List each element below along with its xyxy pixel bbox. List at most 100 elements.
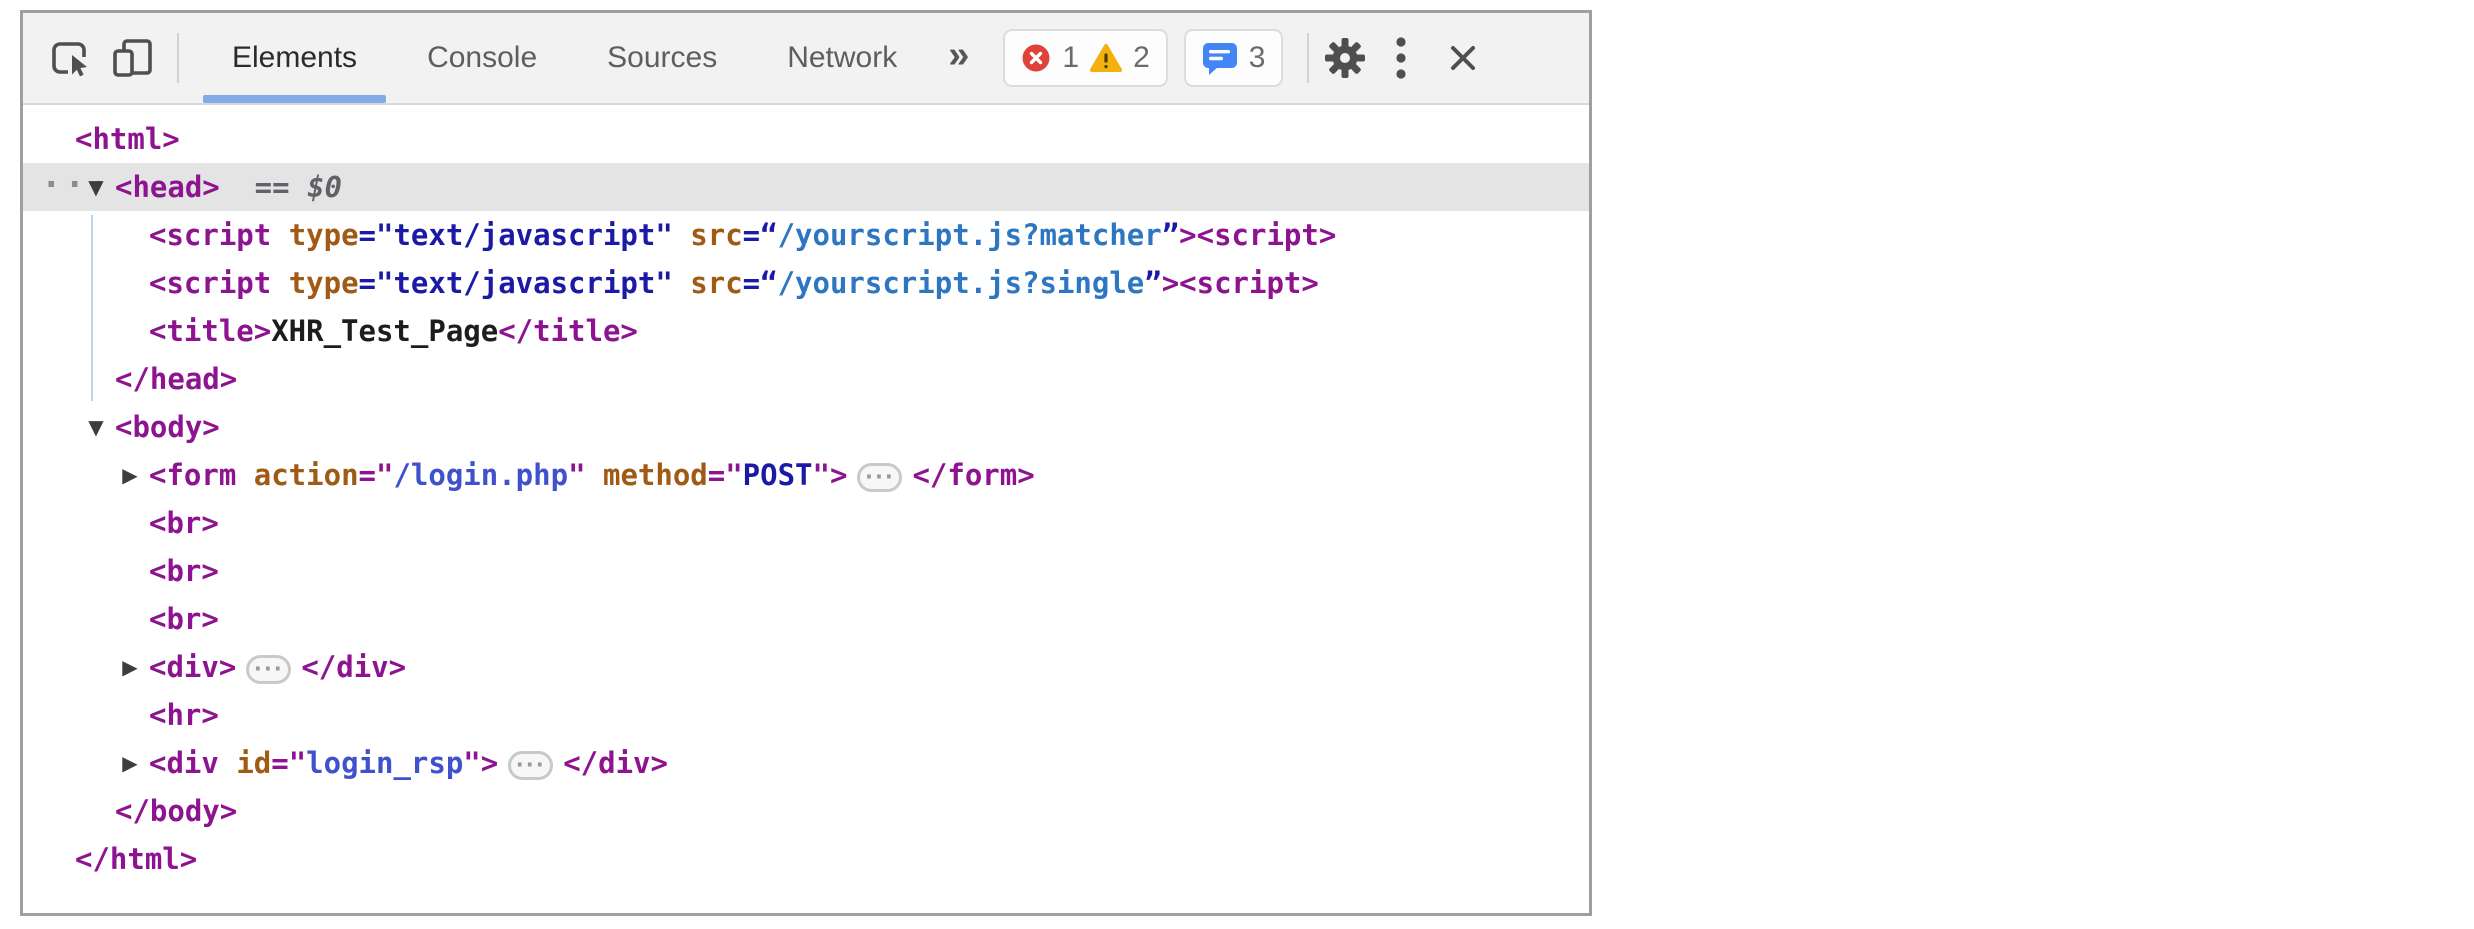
errors-warnings-badge[interactable]: 1 2	[1003, 29, 1167, 87]
code-token-tag: </div>	[301, 650, 406, 684]
collapse-arrow-icon[interactable]: ▼	[81, 163, 111, 211]
code-token-tag: <title>	[149, 314, 271, 348]
messages-badge[interactable]: 3	[1184, 29, 1284, 87]
code-token-tag: </form>	[912, 458, 1034, 492]
code-token-tag: <script	[149, 266, 289, 300]
inspect-element-button[interactable]	[43, 27, 97, 89]
code-token-tag: <div	[149, 746, 236, 780]
code-token-attr: method	[603, 458, 708, 492]
collapsed-content-ellipsis[interactable]: ···	[246, 655, 291, 684]
tab-network[interactable]: Network	[752, 13, 932, 103]
code-token-tag: <script	[149, 218, 289, 252]
more-tabs-button[interactable]: »	[940, 36, 977, 80]
code-token-tag: </title>	[498, 314, 638, 348]
tab-label: Console	[427, 41, 537, 75]
code-token-tag: ">	[463, 746, 498, 780]
inspect-cursor-icon	[47, 35, 93, 81]
code-token-tag: <head>	[115, 170, 220, 204]
code-token-tag: <div>	[149, 650, 236, 684]
code-token-tag: <html>	[75, 122, 180, 156]
code-token-indigo: login_rsp	[306, 746, 463, 780]
tree-row[interactable]: ▶<div id="login_rsp"> ··· </div>	[23, 739, 1589, 787]
code-token-navy: =“	[743, 266, 778, 300]
warning-count: 2	[1133, 41, 1150, 75]
tab-elements[interactable]: Elements	[197, 13, 392, 103]
code-token-navy: ="text/javascript"	[359, 218, 673, 252]
code-token-tag: <br>	[149, 602, 219, 636]
code-token-tag: <br>	[149, 506, 219, 540]
tree-row[interactable]: </html>	[23, 835, 1589, 883]
warning-icon	[1090, 43, 1122, 73]
tree-row[interactable]: <script type="text/javascript" src=“/you…	[23, 211, 1589, 259]
tree-row[interactable]: ▶<form action="/login.php" method="POST"…	[23, 451, 1589, 499]
expand-arrow-icon[interactable]: ▶	[115, 739, 145, 787]
devtools-toolbar: Elements Console Sources Network » 1 2	[23, 13, 1589, 105]
dom-tree: <html>···▼<head> == $0<script type="text…	[23, 115, 1589, 883]
code-token-tag: ">	[813, 458, 848, 492]
code-token-navy: ="text/javascript"	[359, 266, 673, 300]
code-token-eq: == $0	[220, 170, 342, 204]
tree-row[interactable]: ▼<body>	[23, 403, 1589, 451]
devtools-window: Elements Console Sources Network » 1 2	[20, 10, 1592, 916]
close-button[interactable]	[1435, 27, 1491, 89]
toolbar-separator	[1307, 33, 1309, 83]
code-token-attr: action	[254, 458, 359, 492]
code-token-tag: </head>	[115, 362, 237, 396]
code-token-tag: ="	[708, 458, 743, 492]
tree-row[interactable]: </head>	[23, 355, 1589, 403]
tree-row[interactable]: <br>	[23, 499, 1589, 547]
code-token-tag: </body>	[115, 794, 237, 828]
device-toolbar-button[interactable]	[105, 27, 159, 89]
code-token-plain	[673, 218, 690, 252]
tree-row[interactable]: <hr>	[23, 691, 1589, 739]
code-token-indigo: /login.php	[393, 458, 568, 492]
elements-panel: <html>···▼<head> == $0<script type="text…	[23, 105, 1589, 908]
code-token-navy: =“	[743, 218, 778, 252]
tab-label: Network	[787, 41, 897, 75]
expand-arrow-icon[interactable]: ▶	[115, 451, 145, 499]
menu-button[interactable]	[1373, 27, 1429, 89]
code-token-tag: "	[568, 458, 603, 492]
code-token-steel: /yourscript.js?single	[778, 266, 1145, 300]
tab-sources[interactable]: Sources	[572, 13, 752, 103]
code-token-tag: <br>	[149, 554, 219, 588]
code-token-tag: ="	[359, 458, 394, 492]
expand-arrow-icon[interactable]: ▶	[115, 643, 145, 691]
settings-button[interactable]	[1317, 27, 1373, 89]
code-token-attr: type	[289, 218, 359, 252]
code-token-tag: </div>	[563, 746, 668, 780]
code-token-attr: src	[690, 218, 742, 252]
collapsed-content-ellipsis[interactable]: ···	[857, 463, 902, 492]
code-token-tag: </html>	[75, 842, 197, 876]
tab-console[interactable]: Console	[392, 13, 572, 103]
code-token-attr: type	[289, 266, 359, 300]
tree-row[interactable]: </body>	[23, 787, 1589, 835]
code-token-tag: ="	[271, 746, 306, 780]
tree-row[interactable]: <br>	[23, 547, 1589, 595]
message-bubble-icon	[1202, 40, 1238, 76]
close-icon	[1447, 42, 1479, 74]
code-token-navy: ”	[1162, 218, 1179, 252]
tree-row[interactable]: <script type="text/javascript" src=“/you…	[23, 259, 1589, 307]
code-token-tag: <form	[149, 458, 254, 492]
device-toolbar-icon	[108, 36, 156, 80]
tree-row[interactable]: <title>XHR_Test_Page</title>	[23, 307, 1589, 355]
tree-row[interactable]: ···▼<head> == $0	[23, 163, 1589, 211]
code-token-text: XHR_Test_Page	[271, 314, 498, 348]
tree-row[interactable]: ▶<div> ··· </div>	[23, 643, 1589, 691]
code-token-plain	[673, 266, 690, 300]
tree-row[interactable]: <html>	[23, 115, 1589, 163]
code-token-attr: id	[236, 746, 271, 780]
toolbar-separator	[177, 33, 179, 83]
code-token-tag: <hr>	[149, 698, 219, 732]
collapsed-content-ellipsis[interactable]: ···	[508, 751, 553, 780]
gear-icon	[1323, 36, 1367, 80]
tree-row[interactable]: <br>	[23, 595, 1589, 643]
code-token-steel: /yourscript.js?matcher	[778, 218, 1162, 252]
code-token-navy: ”	[1144, 266, 1161, 300]
tab-label: Sources	[607, 41, 717, 75]
chevron-double-icon: »	[948, 34, 969, 76]
error-icon	[1021, 43, 1051, 73]
collapse-arrow-icon[interactable]: ▼	[81, 403, 111, 451]
code-token-attr: src	[690, 266, 742, 300]
